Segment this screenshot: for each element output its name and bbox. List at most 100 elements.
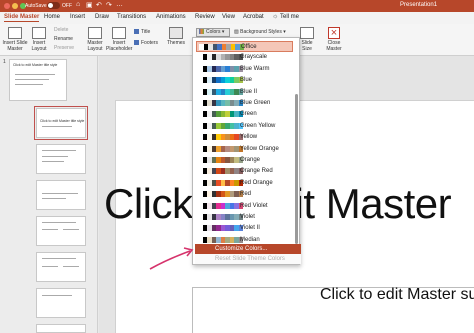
color-theme-label: Red Orange bbox=[240, 179, 273, 186]
themes-button[interactable]: Themes bbox=[165, 27, 187, 46]
color-theme-blue-green[interactable]: Blue Green bbox=[196, 98, 293, 109]
dropdown-scrollbar[interactable] bbox=[295, 94, 298, 244]
autosave-label: AutoSave bbox=[25, 3, 47, 9]
color-theme-violet-ii[interactable]: Violet II bbox=[196, 223, 293, 234]
color-theme-green[interactable]: Green bbox=[196, 109, 293, 120]
rename-button[interactable]: Rename bbox=[54, 36, 73, 42]
slide-master-thumbnail[interactable]: Click to edit Master title style bbox=[9, 59, 67, 101]
color-theme-label: Blue bbox=[240, 77, 253, 84]
tab-animations[interactable]: Animations bbox=[156, 14, 186, 20]
annotation-arrow bbox=[149, 247, 194, 270]
color-theme-label: Yellow bbox=[240, 134, 258, 141]
color-theme-grayscale[interactable]: Grayscale bbox=[196, 52, 293, 63]
master-layout-label: Master Layout bbox=[87, 40, 103, 52]
background-styles-button[interactable]: ▧ Background Styles ▾ bbox=[234, 29, 286, 35]
color-theme-blue[interactable]: Blue bbox=[196, 75, 293, 86]
color-theme-blue-ii[interactable]: Blue II bbox=[196, 87, 293, 98]
thumbnail-line bbox=[15, 84, 43, 85]
color-theme-red-violet[interactable]: Red Violet bbox=[196, 201, 293, 212]
title-checkbox-label: Title bbox=[141, 29, 151, 35]
thumbnail-line bbox=[42, 161, 64, 162]
color-swatch-strip bbox=[198, 122, 243, 129]
thumbnail-line bbox=[63, 229, 79, 230]
annotation-arrow-line bbox=[149, 250, 191, 270]
themes-icon bbox=[169, 27, 183, 39]
home-icon[interactable]: ⌂ bbox=[76, 1, 80, 8]
reset-theme-colors-item: Reset Slide Theme Colors bbox=[195, 254, 301, 264]
title-checkbox[interactable]: Title bbox=[134, 29, 150, 35]
color-swatch-strip bbox=[198, 145, 243, 152]
tab-review[interactable]: Review bbox=[195, 14, 215, 20]
colors-dropdown-button[interactable]: Colors ▾ bbox=[196, 28, 230, 37]
layout-thumbnail[interactable] bbox=[36, 252, 86, 282]
delete-button[interactable]: Delete bbox=[54, 27, 68, 33]
insert-layout-button[interactable]: Insert Layout bbox=[29, 27, 49, 52]
preserve-button[interactable]: Preserve bbox=[54, 45, 74, 51]
color-swatch-strip bbox=[198, 65, 243, 72]
tab-transitions[interactable]: Transitions bbox=[117, 14, 146, 20]
color-theme-orange[interactable]: Orange bbox=[196, 155, 293, 166]
layout-thumbnail[interactable] bbox=[36, 180, 86, 210]
title-bar: AutoSave OFF ⌂ ▣ ↶ ↷ … Presentation1 bbox=[0, 0, 474, 12]
color-theme-yellow-orange[interactable]: Yellow Orange bbox=[196, 144, 293, 155]
layout-thumbnail[interactable] bbox=[36, 216, 86, 246]
autosave-state: OFF bbox=[62, 3, 72, 9]
background-styles-label: Background Styles bbox=[240, 29, 282, 35]
color-theme-label: Orange Red bbox=[240, 168, 273, 175]
layout-thumbnail[interactable]: Click to edit Master title style bbox=[34, 106, 88, 140]
insert-slide-master-button[interactable]: Insert Slide Master bbox=[2, 27, 28, 52]
themes-label: Themes bbox=[166, 40, 186, 46]
thumbnail-line bbox=[42, 266, 58, 267]
undo-icon[interactable]: ↶ bbox=[96, 1, 102, 9]
slide-master-icon bbox=[8, 27, 22, 39]
layout-thumbnail[interactable] bbox=[36, 324, 86, 333]
color-theme-label: Office bbox=[241, 44, 257, 50]
slide-size-label: Slide Size bbox=[301, 40, 313, 52]
placeholder-icon bbox=[112, 27, 126, 39]
color-theme-label: Green bbox=[240, 111, 257, 118]
document-title: Presentation1 bbox=[400, 2, 438, 8]
color-theme-label: Orange bbox=[240, 157, 261, 163]
color-theme-blue-warm[interactable]: Blue Warm bbox=[196, 64, 293, 75]
tab-home[interactable]: Home bbox=[44, 14, 60, 20]
close-window-button[interactable] bbox=[4, 3, 10, 9]
slide-thumbnail-pane[interactable]: 1 Click to edit Master title style Click… bbox=[0, 56, 98, 333]
color-theme-red[interactable]: Red bbox=[196, 189, 293, 200]
color-swatch-strip bbox=[198, 236, 243, 243]
save-icon[interactable]: ▣ bbox=[86, 1, 93, 9]
tab-tell-me[interactable]: Tell me bbox=[280, 14, 299, 20]
tab-view[interactable]: View bbox=[222, 14, 235, 20]
color-theme-label: Violet bbox=[240, 214, 255, 220]
color-theme-label: Blue Warm bbox=[240, 65, 270, 72]
autosave-toggle[interactable] bbox=[47, 2, 60, 9]
rename-label: Rename bbox=[54, 36, 73, 42]
footers-checkbox[interactable]: Footers bbox=[134, 40, 158, 46]
color-theme-office[interactable]: Office bbox=[196, 41, 293, 52]
thumbnail-line bbox=[42, 295, 72, 296]
color-theme-orange-red[interactable]: Orange Red bbox=[196, 166, 293, 177]
layout-thumbnail[interactable] bbox=[36, 288, 86, 318]
color-swatch-strip bbox=[198, 191, 243, 198]
color-theme-green-yellow[interactable]: Green Yellow bbox=[196, 121, 293, 132]
customize-colors-item[interactable]: Customize Colors... bbox=[195, 244, 301, 254]
close-master-button[interactable]: × Close Master bbox=[322, 27, 346, 52]
colors-dropdown-menu[interactable]: Office Grayscale Blue Warm Blue Blue II Blue … bbox=[192, 37, 300, 265]
layout-thumbnail[interactable] bbox=[36, 144, 86, 174]
colors-label: Colors bbox=[206, 29, 221, 35]
chevron-down-icon: ▾ bbox=[281, 29, 286, 35]
master-layout-button[interactable]: Master Layout bbox=[84, 27, 106, 52]
tab-insert[interactable]: Insert bbox=[70, 14, 85, 20]
color-theme-yellow[interactable]: Yellow bbox=[196, 132, 293, 143]
color-swatch-strip bbox=[198, 214, 243, 220]
insert-placeholder-button[interactable]: Insert Placeholder bbox=[106, 27, 132, 52]
lightbulb-icon: ☼ bbox=[272, 13, 279, 20]
minimize-window-button[interactable] bbox=[12, 3, 18, 9]
thumbnail-line bbox=[42, 193, 78, 194]
color-theme-red-orange[interactable]: Red Orange bbox=[196, 178, 293, 189]
tab-slide-master[interactable]: Slide Master bbox=[4, 14, 40, 22]
tab-draw[interactable]: Draw bbox=[95, 14, 109, 20]
color-theme-violet[interactable]: Violet bbox=[196, 212, 293, 223]
more-icon[interactable]: … bbox=[116, 1, 123, 8]
tab-acrobat[interactable]: Acrobat bbox=[243, 14, 264, 20]
redo-icon[interactable]: ↷ bbox=[106, 1, 112, 9]
